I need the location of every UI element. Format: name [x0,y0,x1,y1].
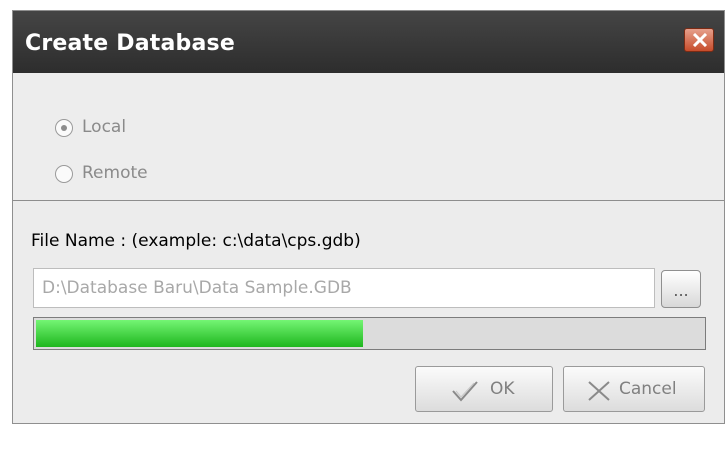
progress-fill [36,320,363,347]
file-name-label: File Name : (example: c:\data\cps.gdb) [31,231,361,251]
dialog-title: Create Database [25,31,235,56]
radio-remote-indicator [55,165,73,183]
progress-bar [33,317,706,350]
cancel-label: Cancel [619,379,677,399]
cancel-icon [588,381,610,401]
ok-label: OK [490,379,515,399]
create-database-dialog: Create Database Local Remote File Name :… [12,10,725,424]
browse-button[interactable]: ... [661,270,701,308]
ok-button[interactable]: OK [415,366,553,412]
title-bar[interactable]: Create Database [13,11,724,73]
close-button[interactable] [684,28,714,52]
close-icon [692,33,708,47]
radio-selected-dot [61,125,67,131]
cancel-button[interactable]: Cancel [563,366,705,412]
radio-local-indicator [55,119,73,137]
radio-remote-label: Remote [82,163,148,183]
file-name-input[interactable] [33,268,655,308]
check-icon [452,381,478,402]
radio-local-label: Local [82,117,127,137]
connection-type-panel: Local Remote [13,73,724,201]
